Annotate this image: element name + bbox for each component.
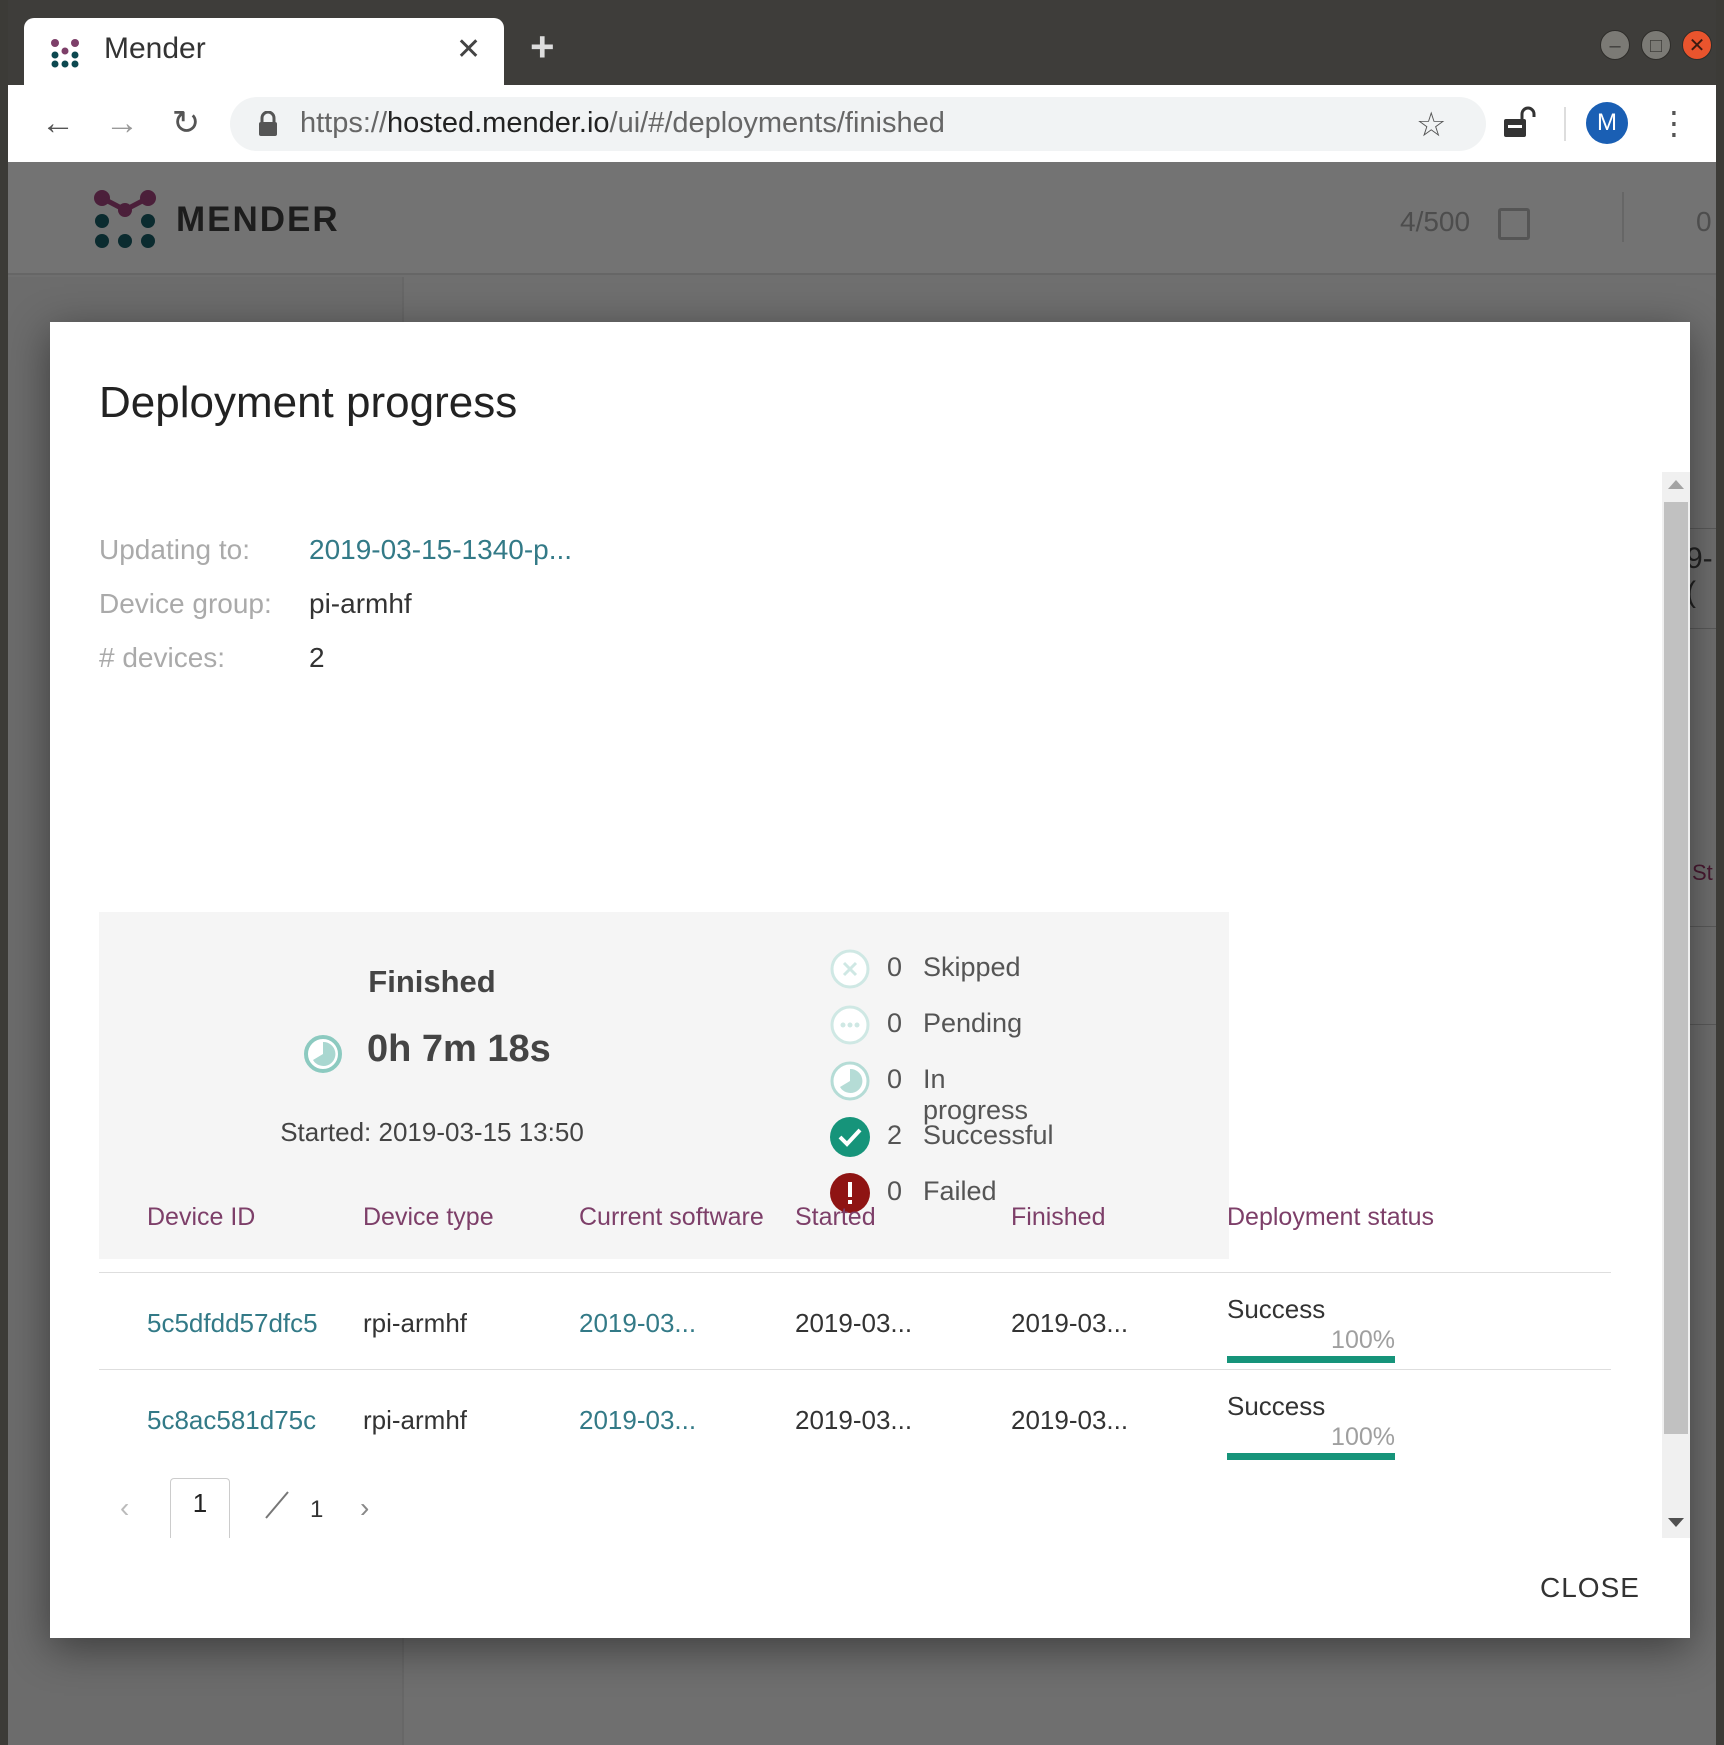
window-minimize-icon[interactable]: –	[1600, 30, 1630, 60]
devices-count-value: 2	[309, 642, 325, 673]
software-link[interactable]: 2019-03...	[579, 1308, 696, 1339]
tab-close-icon[interactable]: ✕	[456, 32, 481, 67]
pagination-next-icon[interactable]: ›	[360, 1492, 369, 1524]
scroll-down-arrow-icon[interactable]	[1668, 1518, 1684, 1527]
stat-count: 0	[887, 1008, 903, 1038]
pagination-page-input[interactable]: 1	[170, 1478, 230, 1538]
finished-cell: 2019-03...	[1011, 1405, 1129, 1435]
mender-wordmark: MENDER	[176, 200, 340, 239]
stat-label: Failed	[923, 1176, 997, 1206]
deployment-status-text: Success	[1227, 1391, 1326, 1421]
stat-label: Pending	[923, 1008, 1023, 1038]
window-close-icon[interactable]: ✕	[1682, 30, 1712, 60]
started-time: Started: 2019-03-15 13:50	[280, 1117, 584, 1147]
column-header-started[interactable]: Started	[795, 1203, 876, 1232]
lock-icon	[259, 111, 277, 136]
column-header-device-id[interactable]: Device ID	[147, 1203, 255, 1232]
pending-count: 0	[1696, 206, 1712, 237]
browser-menu-icon[interactable]: ⋮	[1658, 103, 1690, 143]
column-header-deployment-status[interactable]: Deployment status	[1227, 1203, 1434, 1232]
background-fragment: 9-(	[1686, 542, 1713, 609]
background-fragment: St	[1692, 860, 1713, 885]
column-header-finished[interactable]: Finished	[1011, 1203, 1106, 1232]
device-group-value: pi-armhf	[309, 588, 412, 619]
close-button[interactable]: CLOSE	[1540, 1572, 1640, 1604]
updating-to-link[interactable]: 2019-03-15-1340-p...	[309, 534, 572, 566]
reload-icon[interactable]: ↻	[166, 103, 206, 143]
progress-bar	[1227, 1453, 1395, 1460]
elapsed-time-value: 0h 7m 18s	[367, 1028, 551, 1070]
device-id-link[interactable]: 5c5dfdd57dfc5	[147, 1308, 319, 1339]
scrollbar-thumb[interactable]	[1664, 502, 1688, 1434]
extension-unlock-icon[interactable]	[1502, 105, 1536, 141]
new-tab-icon[interactable]: +	[530, 26, 555, 68]
device-id-link[interactable]: 5c8ac581d75c	[147, 1405, 319, 1436]
skipped-icon	[830, 949, 870, 989]
progress-bar	[1227, 1356, 1395, 1363]
device-type-cell: rpi-armhf	[363, 1405, 468, 1435]
started-cell: 2019-03...	[795, 1405, 913, 1435]
software-link[interactable]: 2019-03...	[579, 1405, 696, 1436]
devices-count-label: # devices:	[99, 642, 226, 673]
device-group-label: Device group:	[99, 588, 272, 619]
started-cell: 2019-03...	[795, 1308, 913, 1338]
clock-icon	[304, 1035, 342, 1073]
tab-strip: Mender ✕ + – □ ✕	[8, 0, 1716, 85]
stat-count: 2	[887, 1120, 903, 1150]
pagination-slash-icon	[265, 1491, 289, 1519]
progress-bar-fill	[1227, 1356, 1395, 1363]
header-divider	[1622, 192, 1624, 242]
stat-label: Successful	[923, 1120, 1054, 1150]
browser-toolbar: ← → ↻ https://hosted.mender.io/ui/#/depl…	[8, 85, 1716, 162]
stat-count: 0	[887, 1064, 903, 1094]
dialog-scrollbar[interactable]	[1662, 472, 1690, 1538]
deployment-state: Finished	[368, 964, 496, 999]
dialog-scroll-area[interactable]: Updating to: 2019-03-15-1340-p... Device…	[50, 472, 1690, 1538]
profile-avatar[interactable]: M	[1586, 102, 1628, 144]
deployment-status-text: Success	[1227, 1294, 1326, 1324]
success-icon	[830, 1117, 870, 1157]
column-header-current-software[interactable]: Current software	[579, 1203, 764, 1232]
tab-title: Mender	[104, 32, 206, 65]
pending-icon	[830, 1005, 870, 1045]
url-text: https://hosted.mender.io/ui/#/deployment…	[300, 107, 945, 139]
window-maximize-icon[interactable]: □	[1641, 30, 1671, 60]
stat-count: 0	[887, 952, 903, 982]
mender-favicon-icon	[51, 39, 79, 68]
mender-logo-icon	[94, 190, 156, 248]
deployment-progress-dialog: Deployment progress Updating to: 2019-03…	[50, 322, 1690, 1638]
stat-count: 0	[887, 1176, 903, 1206]
progress-bar-fill	[1227, 1453, 1395, 1460]
dialog-title: Deployment progress	[99, 378, 518, 427]
device-type-cell: rpi-armhf	[363, 1308, 468, 1338]
stat-label: Skipped	[923, 952, 1021, 982]
forward-arrow-icon[interactable]: →	[102, 103, 142, 143]
device-limit-count: 4/500	[1400, 206, 1471, 237]
app-header: MENDER 4/500 0	[8, 162, 1716, 275]
pagination-prev-icon[interactable]: ‹	[120, 1492, 129, 1524]
browser-tab[interactable]: Mender ✕	[24, 18, 504, 85]
back-arrow-icon[interactable]: ←	[38, 103, 78, 143]
progress-percent: 100%	[1331, 1423, 1395, 1451]
finished-cell: 2019-03...	[1011, 1308, 1129, 1338]
updating-to-label: Updating to:	[99, 534, 250, 565]
table-row-divider	[99, 1369, 1611, 1370]
bookmark-star-icon[interactable]: ☆	[1416, 105, 1446, 145]
table-header-divider	[99, 1272, 1611, 1273]
column-header-device-type[interactable]: Device type	[363, 1203, 494, 1232]
pagination-total: 1	[310, 1496, 324, 1523]
toolbar-divider	[1564, 107, 1566, 141]
scroll-up-arrow-icon[interactable]	[1668, 480, 1684, 489]
browser-window: Mender ✕ + – □ ✕ ← → ↻ https://hosted.me…	[8, 0, 1716, 1745]
stat-label: In progress	[923, 1064, 1029, 1125]
progress-percent: 100%	[1331, 1326, 1395, 1354]
address-bar[interactable]: https://hosted.mender.io/ui/#/deployment…	[230, 97, 1486, 151]
in-progress-icon	[830, 1061, 870, 1101]
devices-icon	[1498, 208, 1530, 240]
